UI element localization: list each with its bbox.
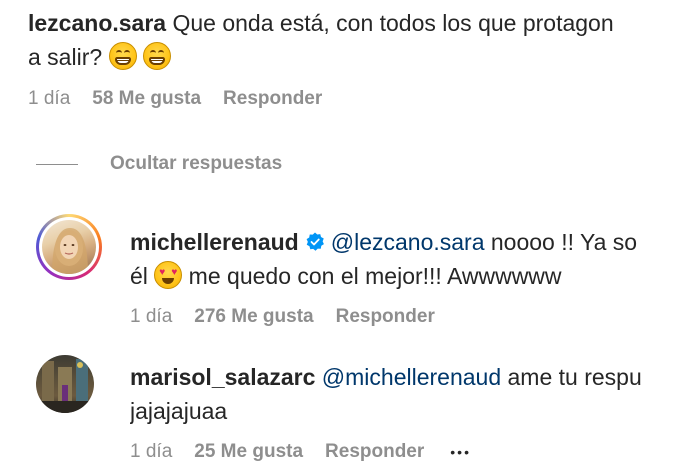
comment-top: lezcano.sara Que onda está, con todos lo… xyxy=(28,6,675,74)
avatar-story-ring[interactable] xyxy=(36,214,102,280)
reply-1-text-line2-start: él xyxy=(130,263,155,289)
grinning-face-emoji-icon xyxy=(142,42,171,70)
reply-2-text-line1: ame tu respu xyxy=(501,364,642,390)
reply-1-username[interactable]: michellerenaud xyxy=(130,229,299,255)
comment-body-line2: a salir? xyxy=(28,40,675,74)
comment-body: lezcano.sara Que onda está, con todos lo… xyxy=(28,6,675,40)
reply-2: marisol_salazarc @michellerenaud ame tu … xyxy=(130,360,675,428)
reply-2-text-line2: jajajajuaa xyxy=(130,398,228,424)
heart-eyes-emoji-icon: ♥ ♥ xyxy=(154,261,183,289)
comment-time[interactable]: 1 día xyxy=(28,88,70,110)
reply-1-text-line1: noooo !! Ya so xyxy=(484,229,638,255)
hide-replies-label[interactable]: Ocultar respuestas xyxy=(110,153,282,175)
reply-1-line1: michellerenaud @lezcano.sara noooo !! Ya… xyxy=(130,225,675,259)
reply-2-likes[interactable]: 25 Me gusta xyxy=(194,441,303,463)
avatar-scene-icon xyxy=(36,359,94,413)
reply-1-reply-button[interactable]: Responder xyxy=(336,306,435,328)
reply-1-time[interactable]: 1 día xyxy=(130,306,172,328)
reply-2-meta: 1 día 25 Me gusta Responder ••• xyxy=(130,441,471,463)
comment-meta: 1 día 58 Me gusta Responder xyxy=(28,88,322,110)
grinning-face-emoji-icon xyxy=(108,42,137,70)
avatar-portrait-icon xyxy=(52,228,88,274)
comment-likes[interactable]: 58 Me gusta xyxy=(92,88,201,110)
reply-1-text-line2-end: me quedo con el mejor!!! Awwwwww xyxy=(182,263,562,289)
replies-divider-line xyxy=(36,163,78,165)
comment-username[interactable]: lezcano.sara xyxy=(28,10,166,36)
reply-1-likes[interactable]: 276 Me gusta xyxy=(194,306,313,328)
reply-2-line2: jajajajuaa xyxy=(130,394,675,428)
reply-button[interactable]: Responder xyxy=(223,88,322,110)
avatar xyxy=(42,220,96,274)
reply-2-reply-button[interactable]: Responder xyxy=(325,441,424,463)
reply-1: michellerenaud @lezcano.sara noooo !! Ya… xyxy=(130,225,675,293)
comment-text-line2: a salir? xyxy=(28,44,103,70)
reply-2-time[interactable]: 1 día xyxy=(130,441,172,463)
reply-1-line2: él ♥ ♥ me quedo con el mejor!!! Awwwwww xyxy=(130,259,675,293)
verified-badge-icon xyxy=(306,232,324,251)
mention-link[interactable]: @lezcano.sara xyxy=(331,229,485,255)
mention-link[interactable]: @michellerenaud xyxy=(322,364,501,390)
avatar[interactable] xyxy=(36,355,94,413)
more-options-icon[interactable]: ••• xyxy=(450,444,471,460)
reply-1-meta: 1 día 276 Me gusta Responder xyxy=(130,306,435,328)
comment-text-line1: Que onda está, con todos los que protago… xyxy=(172,10,614,36)
reply-2-line1: marisol_salazarc @michellerenaud ame tu … xyxy=(130,360,675,394)
hide-replies-toggle[interactable]: Ocultar respuestas xyxy=(36,153,282,175)
reply-2-username[interactable]: marisol_salazarc xyxy=(130,364,315,390)
